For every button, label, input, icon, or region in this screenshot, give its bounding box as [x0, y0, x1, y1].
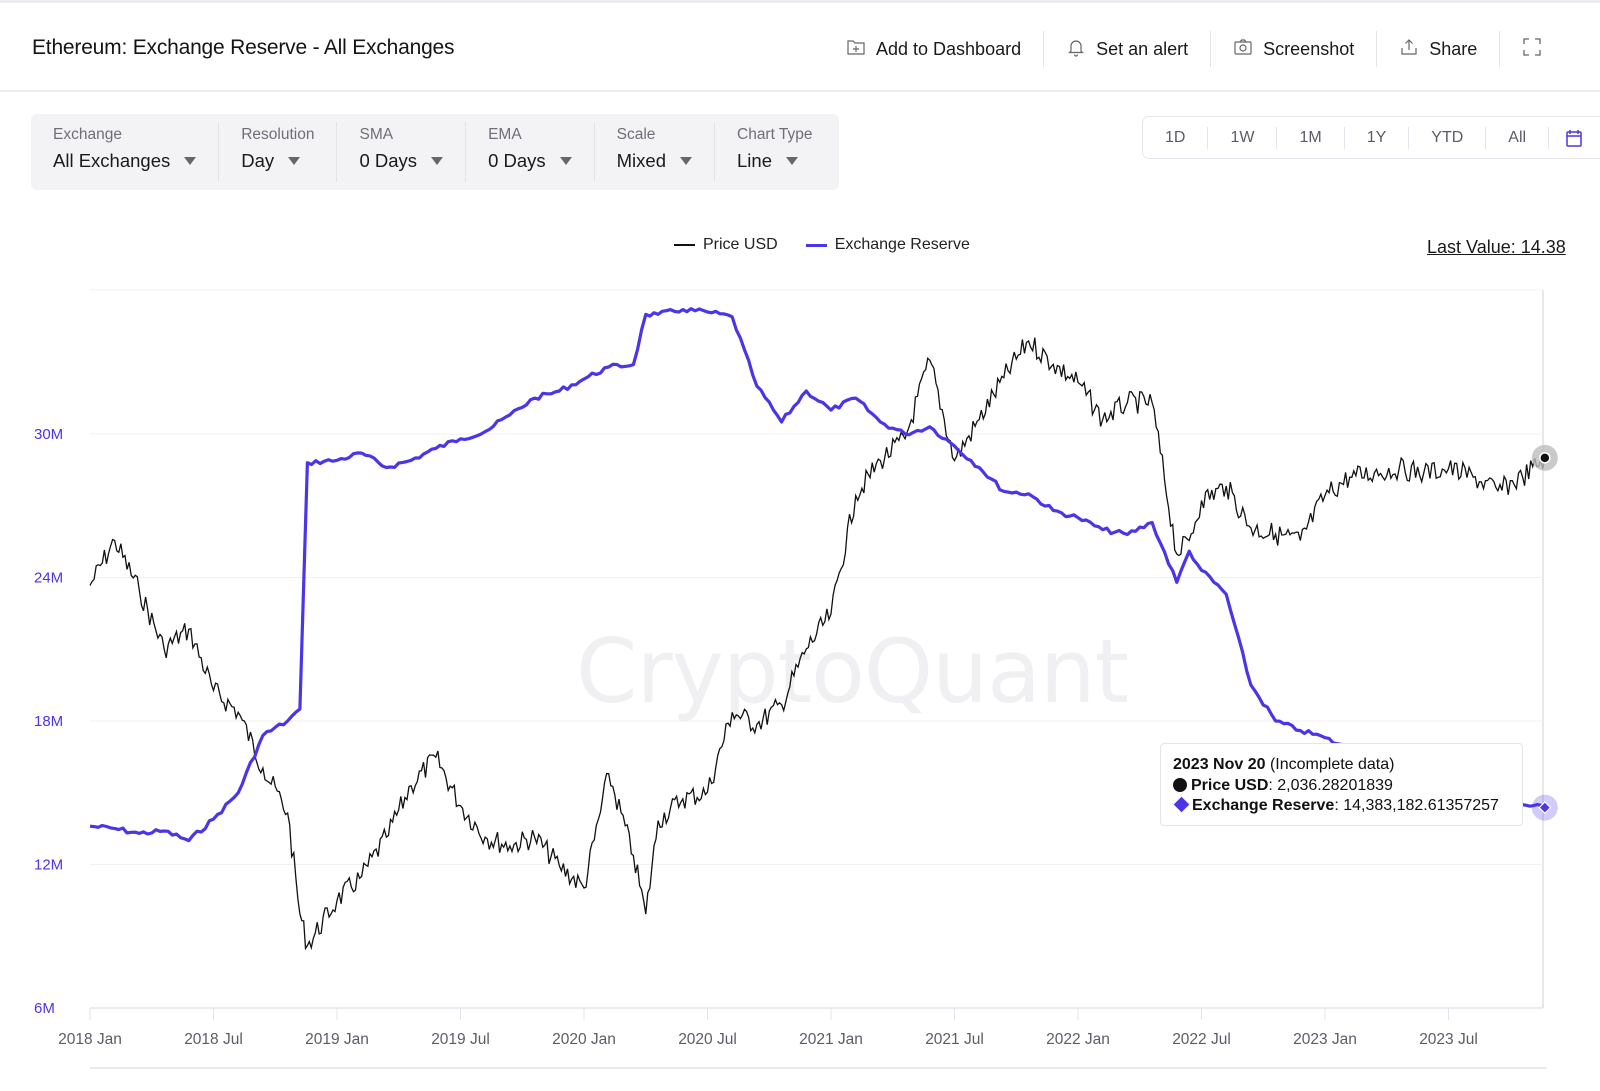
y-tick-label: 30M — [34, 426, 63, 443]
y-tick-label: 18M — [34, 713, 63, 730]
tooltip-date: 2023 Nov 20 — [1173, 756, 1266, 773]
y-axis-ticks: 6M 12M 18M 24M 30M — [34, 426, 63, 1017]
tooltip-price-value: : 2,036.28201839 — [1268, 776, 1393, 794]
tooltip-note: (Incomplete data) — [1269, 756, 1395, 773]
x-tick-label: 2019 Jul — [431, 1031, 490, 1048]
price-usd-line — [89, 337, 1546, 951]
price-hover-marker — [1539, 452, 1551, 464]
chart-canvas[interactable]: 6M12M18M24M30M 2018 Jan 2018 Jul 2019 Jan 2… — [0, 0, 1600, 1091]
x-tick-label: 2021 Jan — [799, 1031, 863, 1048]
x-axis-ticks: 2018 Jan 2018 Jul 2019 Jan 2019 Jul 2020 Jan… — [58, 1008, 1478, 1048]
x-tick-label: 2018 Jan — [58, 1031, 122, 1048]
y-tick-label: 24M — [34, 570, 63, 587]
x-tick-label: 2022 Jul — [1172, 1031, 1231, 1048]
x-tick-label: 2023 Jul — [1419, 1031, 1478, 1048]
tooltip-reserve-label: Exchange Reserve — [1192, 797, 1335, 814]
x-tick-label: 2019 Jan — [305, 1031, 369, 1048]
x-tick-label: 2023 Jan — [1293, 1031, 1357, 1048]
grid-lines — [90, 289, 1547, 1069]
chart-tooltip: 2023 Nov 20 (Incomplete data) Price USD:… — [1160, 743, 1523, 826]
x-tick-label: 2018 Jul — [184, 1031, 243, 1048]
x-tick-label: 2022 Jan — [1046, 1031, 1110, 1048]
y-tick-label: 6M — [34, 1000, 55, 1017]
x-tick-label: 2020 Jan — [552, 1031, 616, 1048]
diamond-marker-icon — [1173, 796, 1190, 813]
y-tick-label: 12M — [34, 857, 63, 874]
circle-marker-icon — [1173, 777, 1187, 792]
tooltip-reserve-value: : 14,383,182.61357257 — [1334, 797, 1499, 814]
x-tick-label: 2020 Jul — [678, 1031, 737, 1048]
tooltip-price-label: Price USD — [1191, 776, 1269, 794]
x-tick-label: 2021 Jul — [925, 1031, 984, 1048]
